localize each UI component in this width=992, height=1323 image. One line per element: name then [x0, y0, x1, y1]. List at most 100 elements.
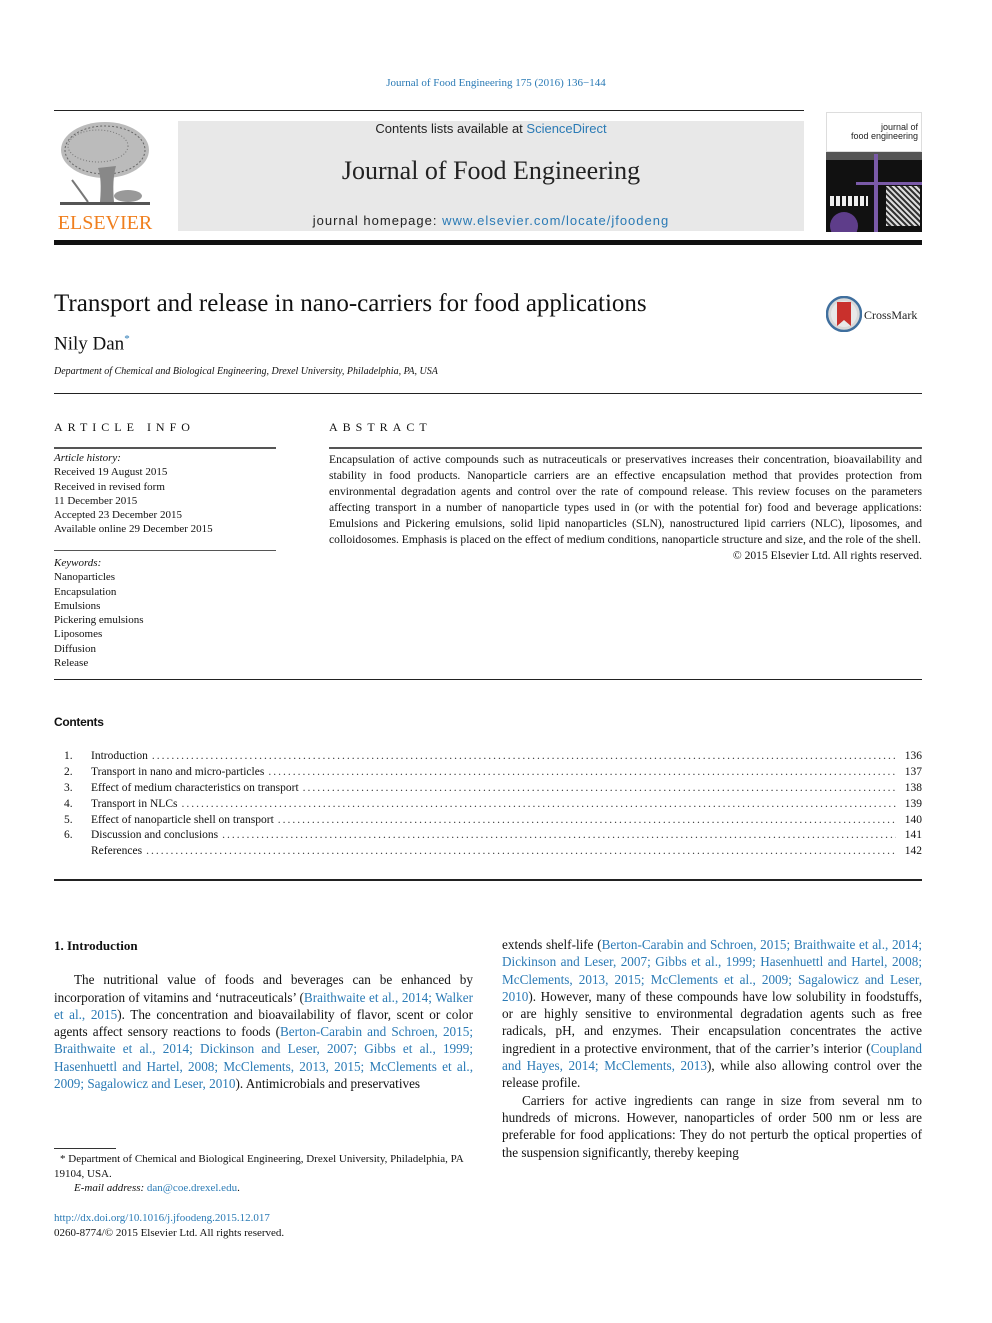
- abstract-rule: [329, 447, 922, 449]
- journal-banner: Contents lists available at ScienceDirec…: [178, 121, 804, 231]
- cover-title-line2: food engineering: [850, 131, 918, 141]
- toc-item[interactable]: 4. Transport in NLCs 139: [54, 797, 922, 813]
- toc-page: 139: [904, 797, 922, 810]
- section-heading-introduction: 1. Introduction: [54, 938, 138, 953]
- body-column-left: 1. Introduction The nutritional value of…: [54, 937, 473, 1092]
- toc-title[interactable]: Transport in NLCs: [91, 797, 177, 813]
- toc-item[interactable]: 6. Discussion and conclusions 141: [54, 828, 922, 844]
- toc-leader-dots: [181, 797, 896, 813]
- elsevier-tree-icon: [60, 122, 150, 205]
- article-info-heading: ARTICLE INFO: [54, 420, 195, 434]
- top-rule: [54, 110, 804, 111]
- body-text: extends shelf-life (: [502, 937, 602, 952]
- toc-page: 136: [904, 750, 922, 762]
- toc-leader-dots: [278, 813, 896, 829]
- article-title: Transport and release in nano-carriers f…: [54, 290, 647, 317]
- contents-prefix: Contents lists available at: [375, 121, 527, 136]
- cover-bar-horizontal: [856, 182, 922, 185]
- toc-page: 141: [904, 829, 922, 842]
- toc-page: 138: [904, 781, 922, 794]
- elsevier-logo[interactable]: ELSEVIER: [54, 118, 156, 234]
- contents-available-line: Contents lists available at ScienceDirec…: [178, 121, 804, 136]
- keywords-list: Keywords: Nanoparticles Encapsulation Em…: [54, 556, 276, 670]
- keyword-item: Liposomes: [54, 628, 103, 641]
- author-footnote: * Department of Chemical and Biological …: [54, 1152, 473, 1196]
- toc-item[interactable]: 5. Effect of nanoparticle shell on trans…: [54, 813, 922, 829]
- toc-item[interactable]: 1. Introduction 136: [54, 749, 922, 765]
- author-affiliation: Department of Chemical and Biological En…: [54, 366, 438, 377]
- toc-number: 4.: [64, 797, 73, 810]
- body-paragraph: extends shelf-life (Berton-Carabin and S…: [502, 936, 922, 1092]
- toc-leader-dots: [303, 781, 896, 797]
- contents-bottom-rule: [54, 879, 922, 881]
- doi-block: http://dx.doi.org/10.1016/j.jfoodeng.201…: [54, 1211, 284, 1241]
- article-history-label: Article history:: [54, 452, 121, 464]
- cover-header: journal of food engineering: [826, 112, 922, 152]
- body-column-right: extends shelf-life (Berton-Carabin and S…: [502, 936, 922, 1161]
- author-footnote-mark[interactable]: *: [124, 333, 130, 345]
- body-text: ). However, many of these compounds have…: [502, 988, 922, 1056]
- toc-item[interactable]: 2. Transport in nano and micro-particles…: [54, 765, 922, 781]
- toc-title[interactable]: Effect of nanoparticle shell on transpor…: [91, 813, 274, 829]
- footnote-mark: *: [60, 1153, 66, 1165]
- issn-copyright: 0260-8774/© 2015 Elsevier Ltd. All right…: [54, 1227, 285, 1239]
- toc-page: 137: [904, 765, 922, 778]
- history-item: Received 19 August 2015: [54, 466, 168, 479]
- keywords-rule: [54, 550, 276, 551]
- crossmark-badge[interactable]: CrossMark: [826, 296, 926, 334]
- journal-citation-link[interactable]: Journal of Food Engineering 175 (2016) 1…: [386, 77, 605, 89]
- toc-number: 2.: [64, 765, 73, 778]
- body-paragraph: Carriers for active ingredients can rang…: [502, 1092, 922, 1160]
- toc-item[interactable]: 3. Effect of medium characteristics on t…: [54, 781, 922, 797]
- author-name[interactable]: Nily Dan*: [54, 333, 130, 355]
- cover-pattern: [886, 186, 920, 226]
- toc-leader-dots: [222, 828, 896, 844]
- history-item: Received in revised form: [54, 480, 165, 493]
- toc-title[interactable]: Effect of medium characteristics on tran…: [91, 781, 299, 797]
- toc-number: 1.: [64, 750, 73, 762]
- masthead-thick-rule: [54, 240, 922, 245]
- keyword-item: Release: [54, 657, 89, 670]
- table-of-contents: 1. Introduction 136 2. Transport in nano…: [54, 749, 922, 860]
- cover-title: journal of food engineering: [851, 123, 918, 141]
- history-item: Accepted 23 December 2015: [54, 509, 182, 522]
- sciencedirect-link[interactable]: ScienceDirect: [526, 121, 606, 136]
- email-link[interactable]: dan@coe.drexel.edu: [147, 1182, 237, 1194]
- homepage-prefix: journal homepage:: [312, 213, 443, 228]
- footnote-email: E-mail address: dan@coe.drexel.edu.: [54, 1181, 473, 1196]
- abstract-text: Encapsulation of active compounds such a…: [329, 453, 922, 546]
- homepage-link[interactable]: www.elsevier.com/locate/jfoodeng: [442, 213, 669, 228]
- article-info-rule: [54, 447, 276, 449]
- toc-title[interactable]: References: [91, 844, 142, 860]
- keyword-item: Emulsions: [54, 599, 101, 612]
- journal-cover-thumbnail[interactable]: journal of food engineering: [826, 112, 922, 232]
- toc-page: 142: [904, 845, 922, 858]
- toc-number: 6.: [64, 829, 73, 842]
- cover-bar-vertical: [874, 154, 878, 232]
- keywords-label: Keywords:: [54, 557, 102, 569]
- toc-title[interactable]: Introduction: [91, 749, 148, 765]
- footnote-address: * Department of Chemical and Biological …: [54, 1152, 473, 1181]
- toc-leader-dots: [146, 844, 896, 860]
- crossmark-icon: [826, 296, 862, 332]
- cover-lines: [830, 196, 868, 206]
- toc-item[interactable]: References 142: [54, 844, 922, 860]
- keyword-item: Encapsulation: [54, 585, 117, 598]
- toc-page: 140: [904, 813, 922, 826]
- article-history: Article history: Received 19 August 2015…: [54, 451, 276, 537]
- abstract-bottom-rule: [54, 679, 922, 680]
- footnote-rule: [54, 1148, 116, 1149]
- running-head[interactable]: Journal of Food Engineering 175 (2016) 1…: [0, 77, 992, 89]
- toc-title[interactable]: Transport in nano and micro-particles: [91, 765, 264, 781]
- author-name-text: Nily Dan: [54, 333, 125, 355]
- contents-heading: Contents: [54, 715, 104, 729]
- history-item: 11 December 2015: [54, 494, 138, 507]
- body-text: ). Antimicrobials and preservatives: [235, 1076, 421, 1092]
- journal-homepage-line: journal homepage: www.elsevier.com/locat…: [178, 213, 804, 228]
- abstract-body: Encapsulation of active compounds such a…: [329, 452, 922, 564]
- title-divider: [54, 393, 922, 394]
- abstract-copyright: © 2015 Elsevier Ltd. All rights reserved…: [732, 549, 922, 562]
- doi-link[interactable]: http://dx.doi.org/10.1016/j.jfoodeng.201…: [54, 1212, 270, 1224]
- toc-leader-dots: [152, 749, 896, 765]
- toc-title[interactable]: Discussion and conclusions: [91, 828, 218, 844]
